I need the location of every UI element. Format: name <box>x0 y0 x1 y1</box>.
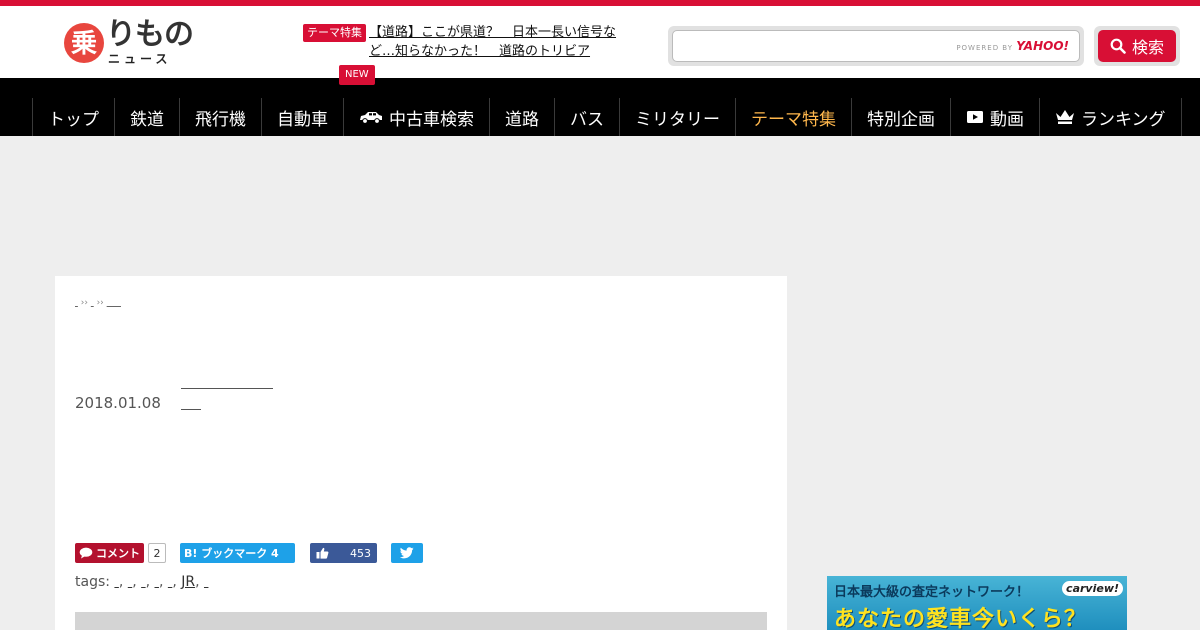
yahoo-brand: YAHOO! <box>1016 39 1069 53</box>
author-divider <box>181 388 273 389</box>
search-box: POWERED BY YAHOO! <box>668 26 1084 66</box>
comment-button[interactable]: コメント <box>75 543 144 563</box>
nav-item-label: 自動車 <box>277 109 328 130</box>
breadcrumb-separator: ›› <box>80 298 88 308</box>
nav-item-label: 道路 <box>505 109 539 130</box>
article-date: 2018.01.08 <box>75 394 161 412</box>
nav-item-label: 飛行機 <box>195 109 246 130</box>
share-buttons: コメント 2 B! ブックマーク 4 453 <box>75 542 423 564</box>
search-button[interactable]: 検索 <box>1094 26 1180 66</box>
theme-feature-link[interactable]: 【道路】ここが県道？ 日本一長い信号など…知らなかった！ 道路のトリビア <box>369 23 625 61</box>
search-button-label: 検索 <box>1131 38 1164 57</box>
logo-mark-icon: 乗 <box>64 23 104 63</box>
nav-item-label: ミリタリー <box>635 109 720 130</box>
search-button-face[interactable]: 検索 <box>1098 30 1176 62</box>
sidebar-ad[interactable]: 日本最大級の査定ネットワーク！ carview! あなたの愛車今いくら？ <box>827 576 1127 630</box>
tag-link-jr[interactable]: JR <box>181 574 195 590</box>
car-icon <box>360 112 382 124</box>
nav-item-label: ランキング <box>1081 109 1166 130</box>
nav-item-ranking[interactable]: ランキング <box>1040 98 1182 136</box>
theme-badge: テーマ特集 <box>303 24 366 42</box>
search-input[interactable]: POWERED BY YAHOO! <box>672 30 1080 62</box>
nav-item-label: 鉄道 <box>130 109 164 130</box>
breadcrumb-separator: ›› <box>96 298 104 308</box>
breadcrumb-link[interactable] <box>91 298 94 308</box>
tag-link[interactable] <box>128 574 132 590</box>
article-image <box>75 612 767 630</box>
breadcrumb: ›› ›› <box>75 298 121 308</box>
logo-mark-char: 乗 <box>71 29 97 59</box>
nav-item-label: 特別企画 <box>867 109 935 130</box>
nav-item-label: 中古車検索 <box>389 109 474 130</box>
breadcrumb-current <box>107 298 121 308</box>
nav-item-video[interactable]: 動画 <box>951 98 1040 136</box>
nav-item-aircraft[interactable]: 飛行機 <box>180 98 262 136</box>
main-nav: トップ 鉄道 飛行機 自動車 中古車検索 道路 バス ミリタリー テーマ特集 特… <box>0 78 1200 136</box>
breadcrumb-link[interactable] <box>75 298 78 308</box>
comment-button-label: コメント <box>96 547 140 560</box>
ad-brand-logo: carview! <box>1062 581 1123 596</box>
like-count: 453 <box>350 546 371 560</box>
nav-item-used-car-search[interactable]: 中古車検索 <box>344 98 490 136</box>
tag-link[interactable] <box>155 574 159 590</box>
facebook-like-button[interactable]: 453 <box>310 543 377 563</box>
nav-item-cars[interactable]: 自動車 <box>262 98 344 136</box>
nav-item-roads[interactable]: 道路 <box>490 98 555 136</box>
article-tags: tags: , , , , , JR, <box>75 574 208 590</box>
hatena-bookmark-label: B! ブックマーク 4 <box>184 547 279 560</box>
nav-item-military[interactable]: ミリタリー <box>620 98 736 136</box>
nav-item-label: テーマ特集 <box>751 109 836 130</box>
nav-item-label: バス <box>570 109 604 130</box>
thumbs-up-icon <box>316 547 329 559</box>
nav-item-theme-features[interactable]: テーマ特集 <box>736 98 852 136</box>
tweet-button[interactable] <box>391 543 423 563</box>
twitter-bird-icon <box>400 547 414 559</box>
tag-link[interactable] <box>114 574 118 590</box>
ad-banner-space <box>0 136 1200 276</box>
tag-link[interactable] <box>204 574 208 590</box>
tag-link[interactable] <box>141 574 145 590</box>
article-card: ›› ›› 2018.01.08 コメント 2 B! ブックマーク 4 453 <box>55 276 787 630</box>
comment-count[interactable]: 2 <box>148 543 166 563</box>
tag-link[interactable] <box>168 574 172 590</box>
ad-tagline: 日本最大級の査定ネットワーク！ <box>834 585 1030 600</box>
ad-headline: あなたの愛車今いくら？ <box>834 607 1088 630</box>
comment-bubble-icon <box>79 547 93 559</box>
logo-kana: りもの <box>106 17 194 52</box>
tags-prefix: tags: <box>75 574 110 590</box>
video-icon <box>967 111 983 123</box>
nav-item-bus[interactable]: バス <box>555 98 620 136</box>
logo-subtitle: ニュース <box>108 52 172 66</box>
crown-icon <box>1056 110 1074 124</box>
powered-by-label: POWERED BY YAHOO! <box>956 39 1069 53</box>
site-logo[interactable]: 乗 りもの ニュース <box>62 18 194 68</box>
author-link[interactable] <box>181 398 201 410</box>
search-icon <box>1110 38 1126 54</box>
nav-item-railway[interactable]: 鉄道 <box>115 98 180 136</box>
powered-by-prefix: POWERED BY <box>956 44 1014 52</box>
nav-item-label: 動画 <box>990 109 1024 130</box>
new-badge: NEW <box>339 65 375 85</box>
site-header: 乗 りもの ニュース テーマ特集 【道路】ここが県道？ 日本一長い信号など…知ら… <box>0 6 1200 78</box>
hatena-bookmark-button[interactable]: B! ブックマーク 4 <box>180 543 295 563</box>
nav-item-special[interactable]: 特別企画 <box>852 98 951 136</box>
nav-item-top[interactable]: トップ <box>33 98 115 136</box>
nav-item-label: トップ <box>48 109 99 130</box>
